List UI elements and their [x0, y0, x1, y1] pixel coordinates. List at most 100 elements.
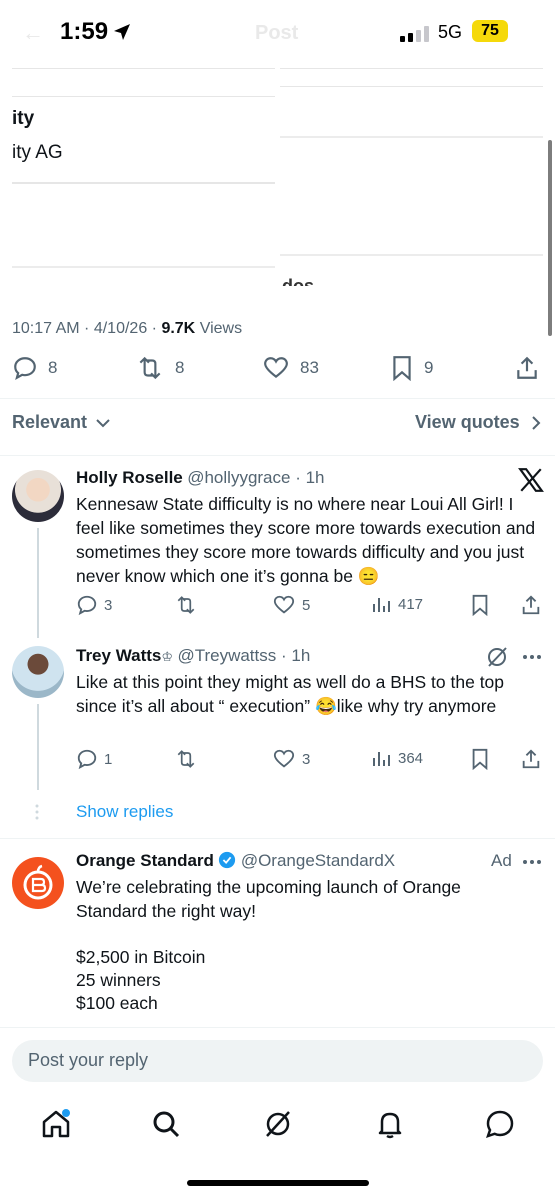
ad-tweet[interactable]: Orange Standard @OrangeStandardX Ad We’r…: [0, 839, 555, 1027]
signal-icon: [400, 26, 430, 42]
repost-icon: [174, 594, 198, 616]
ad-text-4: $100 each: [76, 993, 158, 1013]
view-quotes-label: View quotes: [415, 412, 520, 432]
views-icon: [372, 594, 392, 614]
views-label: Views: [199, 320, 243, 337]
scrollbar[interactable]: [548, 140, 552, 336]
grok-icon[interactable]: [262, 1108, 294, 1140]
like-icon: [272, 594, 296, 616]
show-replies-link[interactable]: Show replies: [76, 802, 173, 822]
post-date: 4/10/26: [93, 320, 148, 337]
share-icon: [514, 355, 540, 381]
divider: [0, 1027, 555, 1028]
thread-line: [37, 704, 39, 790]
reply-count: 8: [48, 358, 58, 377]
reply-tweet[interactable]: Holly Roselle @hollyygrace · 1h Kennesaw…: [0, 456, 555, 638]
sort-label: Relevant: [12, 412, 88, 432]
like-count: 3: [302, 750, 311, 768]
home-icon[interactable]: [40, 1108, 72, 1140]
view-quotes-link[interactable]: View quotes: [415, 412, 541, 433]
repost-button[interactable]: 8: [135, 355, 184, 381]
grok-icon[interactable]: [486, 646, 508, 668]
views-count: 9.7K: [161, 320, 196, 337]
author-name[interactable]: Trey Watts: [76, 646, 161, 665]
post-time: 10:17 AM: [12, 320, 80, 337]
status-time: 1:59: [60, 18, 109, 45]
repost-button[interactable]: [174, 594, 198, 616]
like-icon: [262, 355, 290, 381]
share-button[interactable]: [514, 355, 540, 381]
reply-placeholder: Post your reply: [28, 1050, 149, 1070]
like-count: 5: [302, 596, 311, 614]
media-line: [12, 266, 275, 268]
share-button[interactable]: [520, 594, 542, 616]
ad-author-handle[interactable]: @OrangeStandardX: [241, 851, 395, 870]
messages-icon[interactable]: [484, 1108, 516, 1140]
avatar[interactable]: [12, 646, 64, 698]
bookmark-icon: [470, 594, 490, 616]
share-icon: [520, 594, 542, 616]
home-indicator: [187, 1180, 369, 1186]
like-count: 83: [300, 358, 319, 377]
views-count: 417: [398, 595, 424, 613]
chevron-right-icon: [531, 416, 541, 430]
repost-icon: [174, 748, 198, 770]
author-handle[interactable]: @hollyygrace: [187, 468, 290, 487]
reply-button[interactable]: 8: [12, 355, 57, 381]
bookmark-count: 9: [424, 358, 434, 377]
reply-input[interactable]: Post your reply: [12, 1040, 543, 1082]
like-button[interactable]: 3: [272, 748, 310, 770]
ad-avatar[interactable]: [12, 857, 64, 909]
search-icon[interactable]: [150, 1108, 182, 1140]
share-button[interactable]: [520, 748, 542, 770]
header-title-ghost: Post: [255, 22, 299, 44]
avatar[interactable]: [12, 470, 64, 522]
media-text-1: ity: [12, 108, 35, 129]
reply-button[interactable]: 1: [76, 748, 112, 770]
bookmark-button[interactable]: [470, 748, 490, 770]
back-arrow-ghost[interactable]: ←: [22, 20, 44, 46]
author-name[interactable]: Holly Roselle: [76, 468, 183, 487]
media-cut-text: dos: [282, 276, 315, 286]
orange-logo-icon: [23, 864, 53, 900]
x-logo-icon: [518, 468, 544, 492]
more-icon[interactable]: [522, 853, 542, 871]
media-line: [280, 254, 543, 256]
media-area[interactable]: ity ity AG dos: [0, 60, 555, 336]
tweet-text: Like at this point they might as well do…: [76, 672, 505, 716]
sort-dropdown[interactable]: Relevant: [12, 412, 110, 433]
media-line: [280, 86, 543, 87]
thread-line: [37, 528, 39, 638]
tweet-time: 1h: [291, 646, 311, 665]
media-line: [280, 136, 543, 138]
tweet-time: 1h: [305, 468, 325, 487]
media-text-2: ity AG: [12, 142, 63, 163]
reply-tweet[interactable]: Trey Watts♔ @Treywattss · 1h Like at thi…: [0, 630, 555, 790]
reply-count: 1: [104, 750, 113, 768]
notifications-icon[interactable]: [374, 1108, 406, 1140]
views-count: 364: [398, 749, 424, 767]
chevron-down-icon: [96, 418, 110, 428]
views-button[interactable]: 417: [372, 594, 423, 614]
ad-text-2: $2,500 in Bitcoin: [76, 947, 206, 967]
more-icon[interactable]: [522, 648, 542, 666]
ad-label: Ad: [491, 851, 512, 870]
like-icon: [272, 748, 296, 770]
like-button[interactable]: 83: [262, 355, 319, 381]
repost-icon: [135, 355, 165, 381]
views-icon: [372, 748, 392, 768]
reply-button[interactable]: 3: [76, 594, 112, 616]
location-arrow-icon: [112, 22, 132, 42]
network-type: 5G: [438, 22, 463, 42]
ad-author-name[interactable]: Orange Standard: [76, 851, 214, 870]
bookmark-button[interactable]: 9: [390, 355, 433, 381]
verified-icon: [218, 851, 236, 869]
bookmark-button[interactable]: [470, 594, 490, 616]
media-line: [12, 96, 275, 97]
views-button[interactable]: 364: [372, 748, 423, 768]
like-button[interactable]: 5: [272, 594, 310, 616]
repost-button[interactable]: [174, 748, 198, 770]
bottom-nav: [0, 1098, 555, 1158]
media-line: [280, 68, 543, 69]
author-handle[interactable]: @Treywattss: [177, 646, 276, 665]
